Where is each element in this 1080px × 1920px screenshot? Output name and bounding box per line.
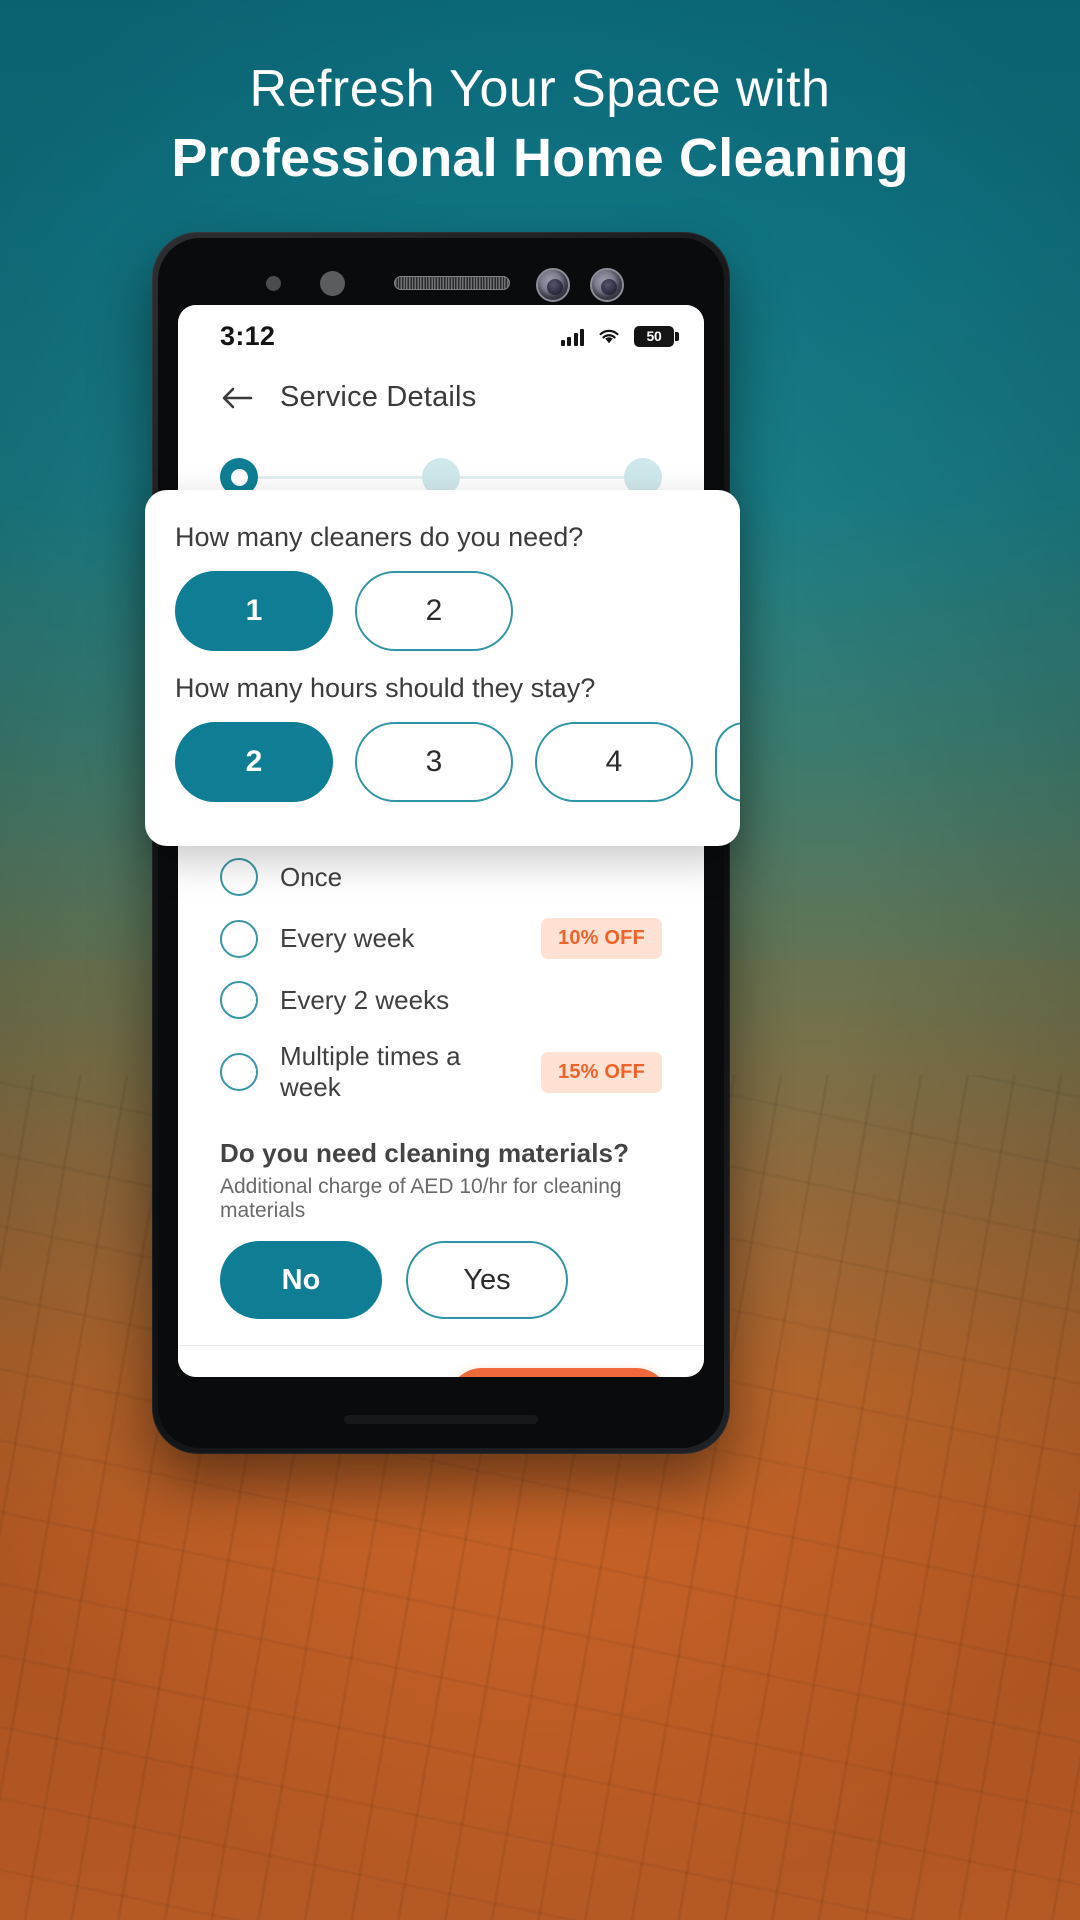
option-label: Every week [280,923,415,953]
status-bar-time: 3:12 [220,320,276,351]
discount-badge: 10% OFF [541,918,662,959]
discount-badge: 15% OFF [541,1051,662,1093]
wifi-icon [597,327,621,345]
next-button[interactable]: NEXT [448,1368,670,1377]
light-sensor-icon [320,271,345,296]
hours-option-4[interactable]: 4 [535,722,693,802]
page-title: Service Details [280,381,477,413]
headline-line-1: Refresh Your Space with [249,60,831,118]
front-camera-icon-1 [536,268,570,302]
materials-option-yes[interactable]: Yes [406,1241,568,1319]
frequency-option-multiple-times[interactable]: Multiple times a week 15% OFF [178,1030,704,1114]
frequency-option-every-week[interactable]: Every week 10% OFF [178,907,704,970]
cleaners-options: 1 2 [175,557,710,661]
radio-icon[interactable] [220,981,258,1019]
hours-option-3[interactable]: 3 [355,722,513,802]
radio-icon[interactable] [220,919,258,958]
app-bar: Service Details [178,367,704,424]
materials-options: No Yes [178,1227,704,1329]
materials-option-no[interactable]: No [220,1241,382,1319]
radio-icon[interactable] [220,858,258,896]
cellular-signal-icon [560,327,584,346]
front-camera-icon-2 [590,268,624,302]
frequency-option-once[interactable]: Once [178,847,704,907]
promo-stage: Refresh Your Space with Professional Hom… [0,0,1080,1920]
cleaners-option-2[interactable]: 2 [355,571,513,651]
option-label: Every 2 weeks [280,984,450,1015]
cleaners-option-1[interactable]: 1 [175,571,333,651]
hours-option-2[interactable]: 2 [175,722,333,802]
promo-headline: Refresh Your Space with Professional Hom… [0,60,1080,191]
radio-icon[interactable] [220,1053,258,1091]
option-label: Once [280,861,343,892]
phone-sensor-row [178,268,704,302]
frequency-option-every-2-weeks[interactable]: Every 2 weeks [178,970,704,1030]
headline-line-2: Professional Home Cleaning [171,127,909,188]
hours-option-next-partial[interactable] [715,722,740,802]
earpiece-speaker-icon [394,276,510,290]
cleaners-question: How many cleaners do you need? [175,522,584,552]
option-label: Multiple times a week [280,1041,461,1102]
hours-options: 2 3 4 [175,708,740,812]
battery-icon: 50 [634,325,679,347]
status-bar-icons: 50 [560,325,679,347]
proximity-sensor-icon [266,276,281,291]
materials-question: Do you need cleaning materials? [220,1138,630,1168]
back-arrow-icon[interactable] [220,383,254,413]
hours-question: How many hours should they stay? [175,673,596,703]
status-bar: 3:12 50 [178,305,704,367]
materials-subtitle: Additional charge of AED 10/hr for clean… [220,1175,622,1222]
home-indicator [344,1415,538,1424]
options-overlay-card: How many cleaners do you need? 1 2 How m… [145,490,740,846]
bottom-bar: AED 69.61 NEXT [178,1346,704,1377]
battery-level-text: 50 [646,328,662,344]
